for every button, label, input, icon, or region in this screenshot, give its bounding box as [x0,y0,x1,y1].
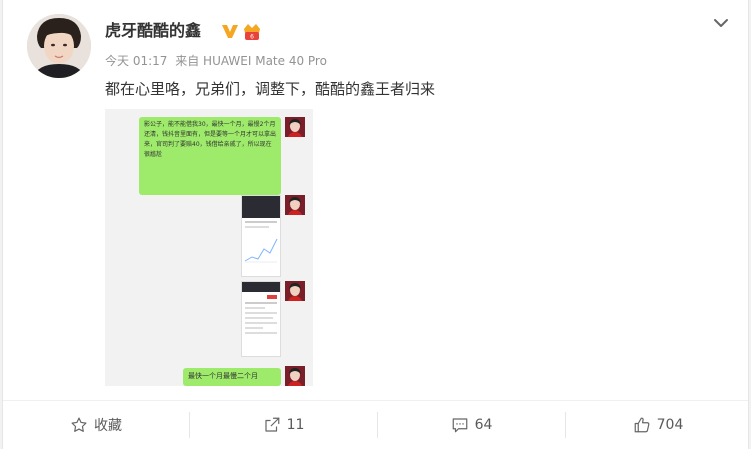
more-options-chevron-icon[interactable] [710,12,732,34]
chat-avatar-icon [285,195,305,215]
post-source: 来自 HUAWEI Mate 40 Pro [175,54,327,68]
chat-image-phone-screenshot [241,195,281,277]
chat-avatar-icon [285,366,305,386]
repost-share-icon [264,417,279,432]
user-badges: 6 [221,20,263,42]
favorite-button[interactable]: 收藏 [3,401,189,449]
chat-image-phone-screenshot [241,281,281,357]
comment-count: 64 [474,417,493,433]
post-image-chat-screenshot[interactable]: 影公子，能不能借我30，最快一个月，最慢2个月还清，钱抖音里面有，但是要等一个月… [105,109,313,386]
chat-bubble-text: 最快一个月最慢二个月 [183,368,281,386]
chat-avatar-icon [285,281,305,301]
comment-icon [452,418,467,433]
thumbs-up-icon [634,417,650,433]
user-avatar[interactable] [27,14,91,78]
weibo-post-card: 虎牙酷酷的鑫 6 今天 01:17 来自 HUAWEI Mate 40 Pro … [2,0,749,449]
vip-crown-badge-icon[interactable]: 6 [241,21,263,41]
repost-count: 11 [286,417,305,433]
chat-bubble-text: 影公子，能不能借我30，最快一个月，最慢2个月还清，钱抖音里面有，但是要等一个月… [139,117,281,195]
star-icon [71,417,87,432]
comment-button[interactable]: 64 [378,401,565,449]
svg-text:6: 6 [250,34,254,41]
username-link[interactable]: 虎牙酷酷的鑫 [105,20,201,42]
post-meta: 今天 01:17 来自 HUAWEI Mate 40 Pro [105,53,331,69]
favorite-label: 收藏 [94,418,122,434]
repost-button[interactable]: 11 [190,401,377,449]
like-count: 704 [656,417,684,433]
post-text: 都在心里咯，兄弟们，调整下，酷酷的鑫王者归来 [105,80,436,98]
post-time[interactable]: 今天 01:17 [105,54,167,68]
chat-avatar-icon [285,117,305,137]
like-button[interactable]: 704 [566,401,750,449]
verified-v-icon[interactable] [221,23,239,39]
